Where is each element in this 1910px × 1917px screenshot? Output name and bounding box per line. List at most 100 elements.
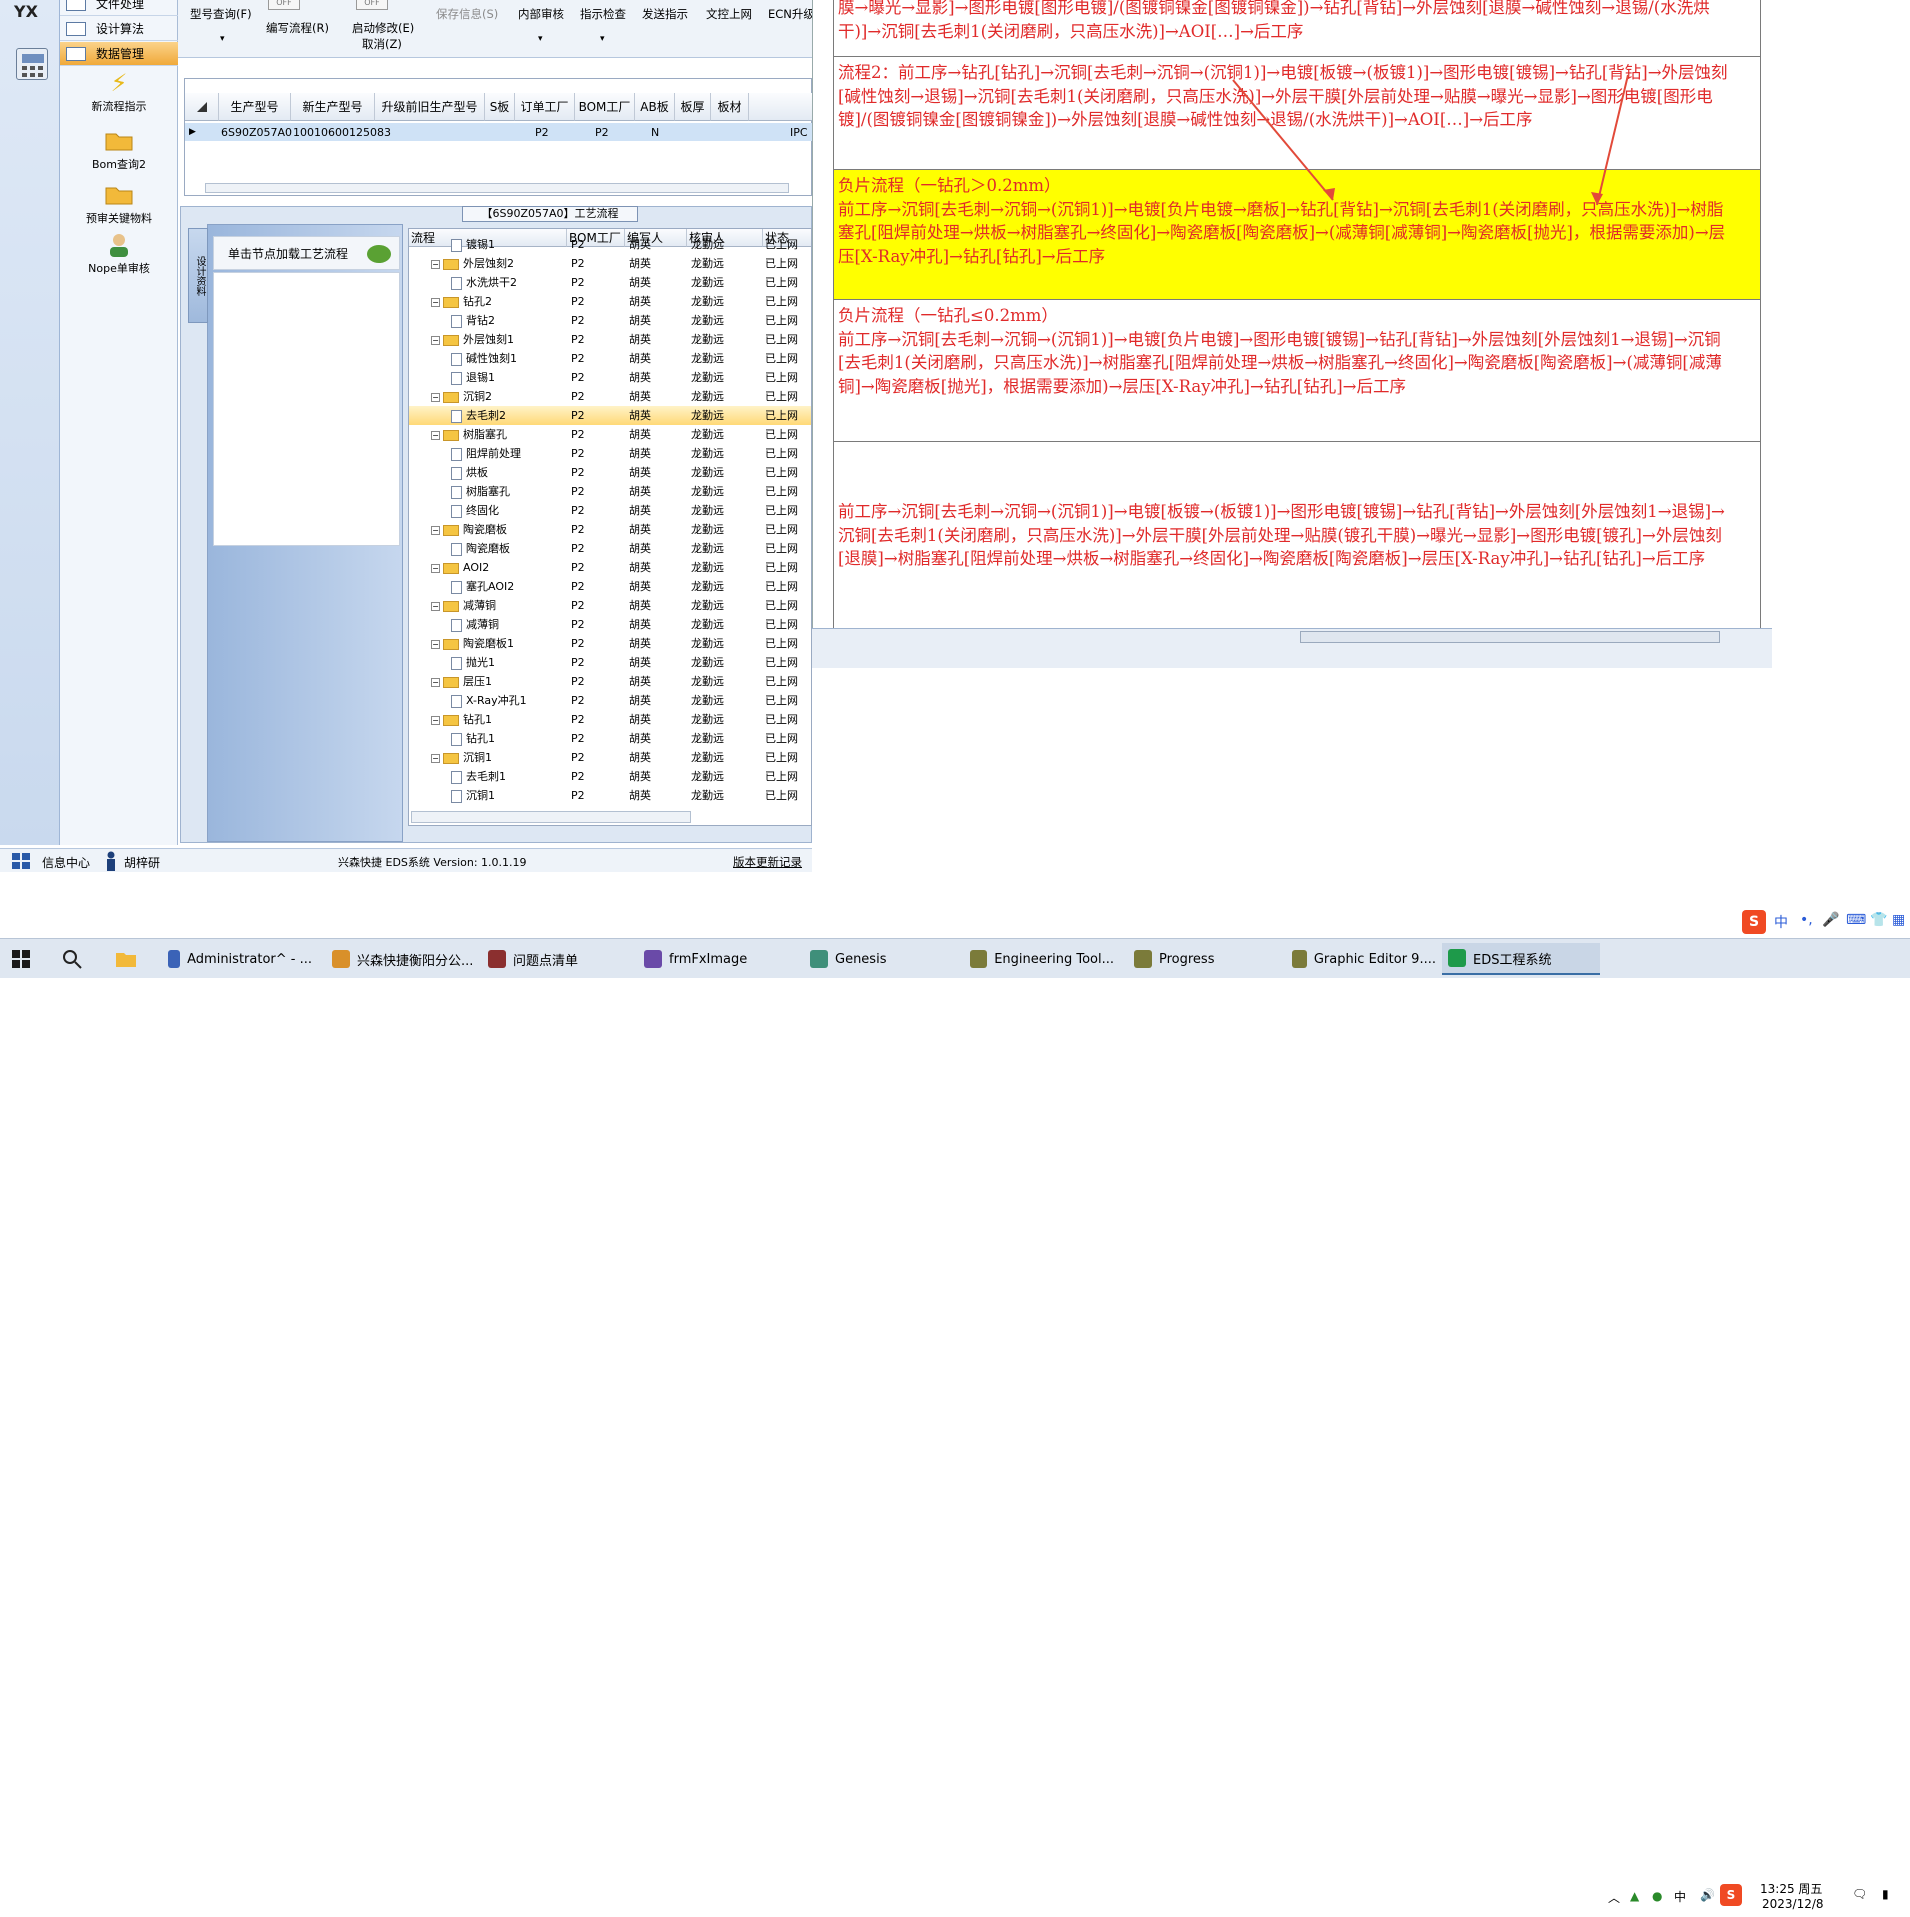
table-cell[interactable]: 已上网 [765, 463, 811, 482]
table-cell[interactable]: 龙勤远 [691, 653, 761, 672]
table-cell[interactable]: 胡英 [629, 577, 685, 596]
table-cell[interactable]: 胡英 [629, 710, 685, 729]
table-cell[interactable]: 胡英 [629, 235, 685, 254]
table-cell[interactable]: 已上网 [765, 672, 811, 691]
info-center-link[interactable]: 信息中心 [42, 854, 90, 871]
table-cell[interactable]: 已上网 [765, 634, 811, 653]
ime-mode[interactable]: 中 [1674, 1888, 1686, 1905]
table-cell[interactable]: 胡英 [629, 691, 685, 710]
table-cell[interactable]: P2 [571, 767, 621, 786]
horizontal-scrollbar[interactable] [205, 183, 789, 193]
key-material-tool[interactable]: 预审关键物料 [60, 182, 178, 226]
model-query-button[interactable]: 型号查询(F) [190, 6, 252, 22]
microphone-icon[interactable]: 🎤 [1822, 912, 1839, 928]
table-cell[interactable]: 龙勤远 [691, 273, 761, 292]
cancel-button[interactable]: 取消(Z) [362, 36, 402, 52]
keyboard-icon[interactable]: ⌨ [1846, 912, 1866, 928]
side-tab-design-info[interactable]: 设计资料 [188, 228, 208, 323]
table-cell[interactable]: 胡英 [629, 520, 685, 539]
tree-row[interactable]: − 沉铜1 P2 胡英 龙勤远 已上网 [409, 748, 811, 767]
tree-node[interactable]: 终固化 [451, 501, 567, 520]
table-cell[interactable]: P2 [571, 387, 621, 406]
table-cell[interactable]: 龙勤远 [691, 558, 761, 577]
table-cell[interactable]: 龙勤远 [691, 501, 761, 520]
table-cell[interactable]: 龙勤远 [691, 710, 761, 729]
tree-row[interactable]: − 树脂塞孔 P2 胡英 龙勤远 已上网 [409, 425, 811, 444]
doc-upload-button[interactable]: 文控上网 [706, 6, 752, 22]
column-header[interactable]: 生产型号 [219, 93, 291, 121]
table-cell[interactable]: 已上网 [765, 368, 811, 387]
table-cell[interactable]: P2 [571, 653, 621, 672]
column-header[interactable]: 板厚 [675, 93, 711, 121]
security-icon[interactable]: ● [1652, 1889, 1662, 1903]
internal-review-button[interactable]: 内部审核 [518, 6, 564, 22]
table-cell[interactable]: P2 [571, 273, 621, 292]
table-cell[interactable]: P2 [571, 691, 621, 710]
tree-node[interactable]: − 外层蚀刻2 [431, 254, 567, 273]
table-cell[interactable]: P2 [535, 123, 565, 141]
taskbar-item[interactable]: 问题点清单 [482, 943, 632, 975]
table-cell[interactable]: 胡英 [629, 596, 685, 615]
tree-node[interactable]: − 沉铜2 [431, 387, 567, 406]
table-cell[interactable]: 龙勤远 [691, 767, 761, 786]
windows-grid-icon[interactable] [12, 853, 30, 869]
table-cell[interactable]: 龙勤远 [691, 577, 761, 596]
table-cell[interactable]: 龙勤远 [691, 425, 761, 444]
table-cell[interactable]: 已上网 [765, 406, 811, 425]
tree-node[interactable]: 烘板 [451, 463, 567, 482]
taskbar-item[interactable]: Progress [1128, 943, 1278, 975]
sogou-icon[interactable]: S [1742, 910, 1766, 934]
table-cell[interactable]: 胡英 [629, 786, 685, 805]
table-cell[interactable]: P2 [571, 748, 621, 767]
table-cell[interactable]: P2 [571, 235, 621, 254]
collapse-icon[interactable]: − [431, 392, 440, 402]
grid-icon[interactable]: ▦ [1892, 912, 1905, 928]
shirt-icon[interactable]: 👕 [1870, 912, 1887, 928]
toggle-switch[interactable]: OFF [268, 0, 300, 10]
table-cell[interactable]: 已上网 [765, 767, 811, 786]
tree-node[interactable]: − 钻孔1 [431, 710, 567, 729]
tree-node[interactable]: − 陶瓷磨板 [431, 520, 567, 539]
table-cell[interactable]: 龙勤远 [691, 729, 761, 748]
table-cell[interactable]: 龙勤远 [691, 387, 761, 406]
tree-node[interactable]: − 树脂塞孔 [431, 425, 567, 444]
table-cell[interactable]: 已上网 [765, 292, 811, 311]
tree-row[interactable]: X-Ray冲孔1 P2 胡英 龙勤远 已上网 [409, 691, 811, 710]
load-flow-button[interactable]: 单击节点加载工艺流程 [213, 236, 400, 270]
table-cell[interactable]: 龙勤远 [691, 786, 761, 805]
table-cell[interactable]: P2 [571, 254, 621, 273]
table-cell[interactable]: 龙勤远 [691, 482, 761, 501]
tree-node[interactable]: 减薄铜 [451, 615, 567, 634]
tree-row[interactable]: − 外层蚀刻2 P2 胡英 龙勤远 已上网 [409, 254, 811, 273]
table-cell[interactable]: 龙勤远 [691, 406, 761, 425]
table-cell[interactable]: 10010600125083 [293, 123, 391, 141]
tree-node[interactable]: 钻孔1 [451, 729, 567, 748]
table-cell[interactable]: 胡英 [629, 292, 685, 311]
table-cell[interactable]: P2 [571, 501, 621, 520]
tree-node[interactable]: 去毛刺1 [451, 767, 567, 786]
clock-time[interactable]: 13:25 周五 [1760, 1880, 1822, 1897]
tree-node[interactable]: − 减薄铜 [431, 596, 567, 615]
tree-node[interactable]: 抛光1 [451, 653, 567, 672]
nope-review-tool[interactable]: Nope单审核 [60, 232, 178, 276]
tree-row[interactable]: − 沉铜2 P2 胡英 龙勤远 已上网 [409, 387, 811, 406]
table-cell[interactable]: 龙勤远 [691, 349, 761, 368]
table-cell[interactable]: P2 [571, 311, 621, 330]
table-cell[interactable]: 已上网 [765, 520, 811, 539]
column-header[interactable]: 新生产型号 [291, 93, 375, 121]
table-cell[interactable]: 已上网 [765, 444, 811, 463]
collapse-icon[interactable]: − [431, 259, 440, 269]
update-log-link[interactable]: 版本更新记录 [733, 854, 802, 870]
toggle-switch[interactable]: OFF [356, 0, 388, 10]
table-cell[interactable]: 已上网 [765, 653, 811, 672]
table-cell[interactable]: P2 [571, 330, 621, 349]
table-cell[interactable]: 胡英 [629, 349, 685, 368]
tree-node[interactable]: 镀锡1 [451, 235, 567, 254]
taskbar-item[interactable]: Graphic Editor 9.... [1286, 943, 1436, 975]
tree-row[interactable]: 塞孔AOI2 P2 胡英 龙勤远 已上网 [409, 577, 811, 596]
tree-node[interactable]: − 钻孔2 [431, 292, 567, 311]
tree-row[interactable]: − AOI2 P2 胡英 龙勤远 已上网 [409, 558, 811, 577]
table-cell[interactable]: 已上网 [765, 425, 811, 444]
table-cell[interactable]: P2 [571, 463, 621, 482]
table-cell[interactable]: P2 [571, 444, 621, 463]
